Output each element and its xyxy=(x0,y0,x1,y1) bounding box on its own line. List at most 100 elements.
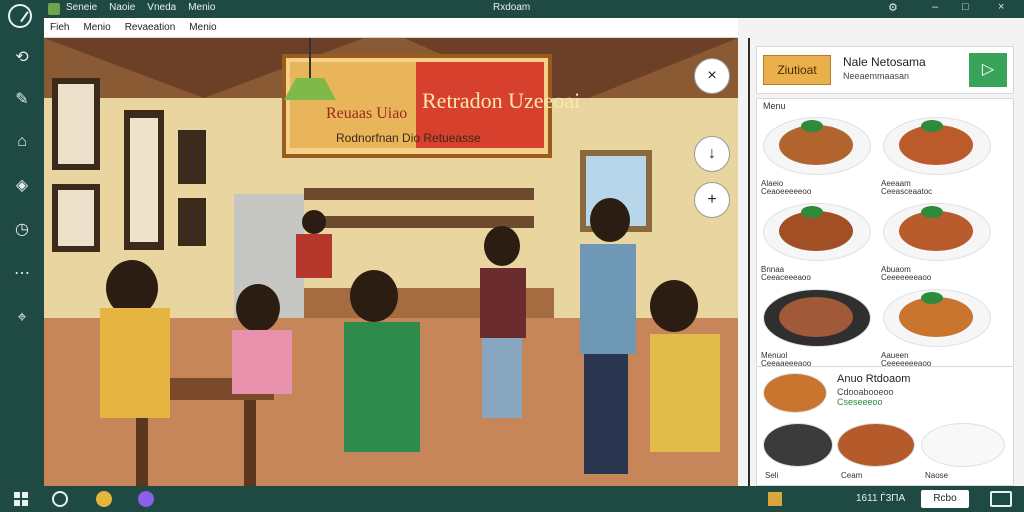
dish-subcaption: Ceaoeeeeeoo xyxy=(761,187,812,196)
shelf xyxy=(304,188,534,200)
panel-divider xyxy=(748,38,750,486)
menubar-item[interactable]: Menio xyxy=(83,22,110,33)
title-menu-item[interactable]: Menio xyxy=(188,2,215,13)
title-bar: Seneie Naoie Vneda Menio Rxdoam ⚙ – □ × xyxy=(0,0,1024,18)
poster xyxy=(130,118,158,242)
side-caption: Ceam xyxy=(841,471,863,480)
featured-card[interactable]: Anuo Rtdoaom Cdooabooeoo Cseseeeoo Seli … xyxy=(756,366,1014,486)
banner-subtitle: Rodnorfnan Dio Retueasse xyxy=(336,131,481,145)
dish-food xyxy=(779,297,853,337)
title-menu-item[interactable]: Naoie xyxy=(109,2,135,13)
wall-frame xyxy=(178,130,206,184)
browser-icon[interactable] xyxy=(96,491,112,507)
illustration-canvas: Reuaas Uiao Retradon Uzeeoai Rodnorfnan … xyxy=(44,38,738,486)
person-head xyxy=(236,284,280,332)
taskbar-button[interactable]: Rcbo xyxy=(921,490,969,508)
windows-start-icon[interactable] xyxy=(14,492,28,506)
zoom-out-button[interactable]: ↓ xyxy=(694,136,730,172)
app-icon xyxy=(48,3,60,15)
notifications-icon[interactable] xyxy=(990,491,1012,507)
person-shirt xyxy=(650,334,720,452)
minimize-button[interactable]: – xyxy=(932,1,938,13)
logo-icon xyxy=(8,4,32,28)
cook-shirt xyxy=(296,234,332,278)
person-shirt xyxy=(344,322,420,452)
window-title: Rxdoam xyxy=(493,2,531,13)
clock-icon[interactable]: ◷ xyxy=(12,220,32,240)
person-jeans xyxy=(482,338,522,418)
person-head xyxy=(484,226,520,266)
tag-icon[interactable]: ◈ xyxy=(12,176,32,196)
garnish xyxy=(921,120,943,132)
dish-item[interactable]: Bnnaa Ceeaceeeaoo xyxy=(761,203,873,282)
tool-icon[interactable]: ✎ xyxy=(12,90,32,110)
title-menu: Seneie Naoie Vneda Menio xyxy=(66,2,215,13)
person-head xyxy=(106,260,158,316)
wall-frame xyxy=(178,198,206,246)
rotate-button[interactable]: × xyxy=(694,58,730,94)
side-dish-thumb[interactable] xyxy=(921,423,1005,467)
right-panel: Ziutioat Nale Netosama Neeaemmaasan ▷ Me… xyxy=(738,18,1024,486)
banner-title: Retradon Uzeeoai xyxy=(422,88,580,113)
person-head xyxy=(590,198,630,242)
play-button[interactable]: ▷ xyxy=(969,53,1007,87)
garnish xyxy=(921,292,943,304)
dish-subcaption: Ceeaceeeaoo xyxy=(761,273,811,282)
title-menu-item[interactable]: Seneie xyxy=(66,2,97,13)
poster xyxy=(58,190,94,246)
featured-title: Anuo Rtdoaom xyxy=(837,373,911,385)
menubar-item[interactable]: Menio xyxy=(189,22,216,33)
search-icon[interactable] xyxy=(52,491,68,507)
left-rail: ⟲ ✎ ⌂ ◈ ◷ ⋯ ⌖ xyxy=(0,0,44,486)
person-shirt xyxy=(580,244,636,354)
person-pants xyxy=(584,354,628,474)
map-icon[interactable]: ⌖ xyxy=(12,308,32,328)
dish-item[interactable]: Aaueen Ceeeeeeeaoo xyxy=(881,289,993,368)
app-icon[interactable] xyxy=(138,491,154,507)
person-shirt xyxy=(480,268,526,338)
dish-item[interactable]: Abuaom Ceeeeeeeaoo xyxy=(881,203,993,282)
menu-label: Menu xyxy=(763,101,786,111)
garnish xyxy=(921,206,943,218)
dish-item[interactable]: Menuol Ceeaaeeeaoo xyxy=(761,289,873,368)
tray-app-icon[interactable] xyxy=(768,492,782,506)
zoom-in-button[interactable]: + xyxy=(694,182,730,218)
person-head xyxy=(650,280,698,332)
person-head xyxy=(350,270,398,322)
taskbar: 1611 Ѓ3ПА Rcbo xyxy=(0,486,1024,512)
poster xyxy=(58,84,94,164)
side-caption: Naose xyxy=(925,471,949,480)
table-leg xyxy=(244,400,256,486)
person-shirt xyxy=(232,330,292,394)
featured-dish-thumb xyxy=(763,373,827,413)
title-menu-item[interactable]: Vneda xyxy=(147,2,176,13)
restaurant-card[interactable]: Ziutioat Nale Netosama Neeaemmaasan ▷ xyxy=(756,46,1014,94)
restaurant-name: Nale Netosama xyxy=(843,55,926,69)
brand-badge: Ziutioat xyxy=(763,55,831,85)
cart-icon[interactable]: ⌂ xyxy=(12,132,32,152)
side-dish-thumb[interactable] xyxy=(763,423,833,467)
close-button[interactable]: × xyxy=(998,1,1004,13)
maximize-button[interactable]: □ xyxy=(962,1,969,13)
menubar-item[interactable]: Fieh xyxy=(50,22,69,33)
grid-icon[interactable]: ⟲ xyxy=(12,48,32,68)
cook-head xyxy=(302,210,326,234)
menubar-item[interactable]: Revaeation xyxy=(125,22,176,33)
menu-card: Menu Alaeio Ceaoeeeeeoo Aeeaam Ceeasceaa… xyxy=(756,98,1014,370)
garnish xyxy=(801,120,823,132)
person-shirt xyxy=(100,308,170,418)
analytics-icon[interactable]: ⋯ xyxy=(12,264,32,284)
board-left-label: Reuaas Uiao xyxy=(326,105,407,122)
dish-item[interactable]: Aeeaam Ceeasceaatoc xyxy=(881,117,993,196)
dish-item[interactable]: Alaeio Ceaoeeeeeoo xyxy=(761,117,873,196)
restaurant-subtitle: Neeaemmaasan xyxy=(843,71,910,81)
side-dish-thumb[interactable] xyxy=(837,423,915,467)
dish-subcaption: Ceeasceaatoc xyxy=(881,187,933,196)
status-text: 1611 Ѓ3ПА xyxy=(856,493,906,504)
settings-icon[interactable]: ⚙ xyxy=(888,1,898,14)
restaurant-illustration: Reuaas Uiao Retradon Uzeeoai Rodnorfnan … xyxy=(44,38,738,486)
featured-tag: Cseseeeoo xyxy=(837,397,883,407)
featured-subtitle: Cdooabooeoo xyxy=(837,387,894,397)
side-caption: Seli xyxy=(765,471,779,480)
garnish xyxy=(801,206,823,218)
